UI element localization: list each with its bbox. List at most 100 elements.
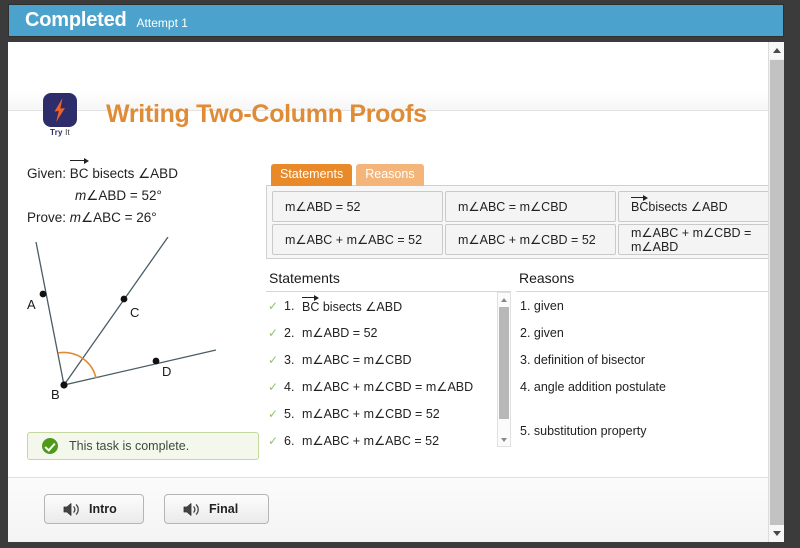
task-complete-text: This task is complete. <box>69 439 190 453</box>
tiles-grid: m∠ABD = 52 m∠ABC = m∠CBD BC bisects ∠ABD… <box>272 191 779 255</box>
tile-1-text: m∠ABC = m∠CBD <box>458 199 568 214</box>
statement-text-rest: bisects ∠ABD <box>319 300 403 314</box>
speaker-icon <box>63 502 79 516</box>
tile-0[interactable]: m∠ABD = 52 <box>272 191 443 222</box>
tile-2-ray: BC <box>631 194 649 214</box>
tile-tabs: Statements Reasons <box>271 164 424 186</box>
tile-4-text: m∠ABC + m∠CBD = 52 <box>458 232 596 247</box>
page-scroll-down-icon[interactable] <box>769 525 784 542</box>
statement-text: m∠ABC + m∠CBD = m∠ABD <box>302 380 474 394</box>
statement-number: 3. <box>284 353 295 367</box>
list-item[interactable]: 3. definition of bisector <box>516 350 784 377</box>
tile-4[interactable]: m∠ABC + m∠CBD = 52 <box>445 224 616 255</box>
tile-3[interactable]: m∠ABC + m∠ABC = 52 <box>272 224 443 255</box>
tiles-box: m∠ABD = 52 m∠ABC = m∠CBD BC bisects ∠ABD… <box>266 185 782 259</box>
scroll-up-icon[interactable] <box>498 293 510 306</box>
statement-text: m∠ABC + m∠ABC = 52 <box>302 434 440 448</box>
given-prove-block: Given: BC bisects ∠ABD m∠ABD = 52° Prove… <box>27 157 178 229</box>
reasons-column: Reasons 1. given 2. given 3. definition … <box>516 270 784 450</box>
given-text: bisects ∠ABD <box>88 166 178 181</box>
check-icon: ✓ <box>268 353 279 367</box>
tab-reasons[interactable]: Reasons <box>356 164 424 186</box>
list-item[interactable]: 2. given <box>516 323 784 350</box>
attempt-label: Attempt 1 <box>136 15 188 30</box>
logo-caption-rest: It <box>62 128 70 137</box>
point-label-d: D <box>162 364 172 379</box>
page-container: Try It Writing Two-Column Proofs Given: … <box>8 42 784 542</box>
statement-text: BC bisects ∠ABD <box>302 294 511 314</box>
check-icon: ✓ <box>268 299 279 313</box>
page-scroll-up-icon[interactable] <box>769 42 784 59</box>
list-item[interactable]: ✓ 6. m∠ABC + m∠ABC = 52 <box>266 431 511 451</box>
reasons-heading: Reasons <box>516 270 784 292</box>
tile-1[interactable]: m∠ABC = m∠CBD <box>445 191 616 222</box>
list-item[interactable]: ✓ 1. BC bisects ∠ABD <box>266 294 511 323</box>
status-bar: Completed Attempt 1 <box>8 4 784 37</box>
angle-arc <box>57 351 97 379</box>
list-item[interactable]: ✓ 3. m∠ABC = m∠CBD <box>266 350 511 377</box>
statements-body: ✓ 1. BC bisects ∠ABD ✓ 2. m∠ABD = 52 ✓ 3… <box>266 292 511 451</box>
ray-ba <box>35 241 65 386</box>
given-line-2: m∠ABD = 52° <box>27 185 178 207</box>
point-b-dot <box>60 381 68 389</box>
list-item[interactable]: ✓ 5. m∠ABC + m∠CBD = 52 <box>266 404 511 431</box>
check-icon: ✓ <box>268 326 279 340</box>
intro-button-label: Intro <box>89 502 117 516</box>
point-label-c: C <box>130 305 140 320</box>
statements-heading: Statements <box>266 270 511 292</box>
list-item[interactable]: 5. substitution property <box>516 421 784 448</box>
logo-caption: Try It <box>39 128 81 137</box>
statement-number: 1. <box>284 299 295 313</box>
tile-3-text: m∠ABC + m∠ABC = 52 <box>285 232 423 247</box>
check-icon: ✓ <box>268 434 279 448</box>
tiles-panel: Statements Reasons m∠ABD = 52 m∠ABC = m∠… <box>266 164 784 261</box>
list-item[interactable]: 6. substitution property <box>516 448 784 451</box>
tile-2-text: bisects ∠ABD <box>648 199 728 214</box>
statement-number: 2. <box>284 326 295 340</box>
given-angle-measure: ∠ABD = 52° <box>86 188 162 203</box>
list-item[interactable]: ✓ 2. m∠ABD = 52 <box>266 323 511 350</box>
tab-statements[interactable]: Statements <box>271 164 353 186</box>
ray-bd <box>63 349 217 386</box>
scroll-down-icon[interactable] <box>498 433 510 446</box>
list-item[interactable]: 4. angle addition postulate <box>516 377 784 421</box>
statement-number: 6. <box>284 434 295 448</box>
reasons-list: 1. given 2. given 3. definition of bisec… <box>516 296 784 451</box>
content-header: Try It Writing Two-Column Proofs <box>8 42 768 137</box>
statement-text: m∠ABC = m∠CBD <box>302 353 412 367</box>
prove-m-symbol: m <box>69 210 82 225</box>
tile-5-text: m∠ABC + m∠CBD = m∠ABD <box>631 225 752 254</box>
list-item[interactable]: ✓ 4. m∠ABC + m∠CBD = m∠ABD <box>266 377 511 404</box>
page-title: Writing Two-Column Proofs <box>106 100 427 128</box>
given-m-symbol: m <box>75 188 87 203</box>
scroll-thumb[interactable] <box>499 307 509 419</box>
check-icon: ✓ <box>268 380 279 394</box>
prove-line: Prove: m∠ABC = 26° <box>27 207 178 229</box>
reason-text: 2. given <box>520 326 564 340</box>
given-ray-bc: BC <box>69 157 89 185</box>
reason-text: 4. angle addition postulate <box>520 380 666 394</box>
point-label-a: A <box>27 297 36 312</box>
page-scroll-thumb[interactable] <box>770 60 784 530</box>
lightning-bolt-icon <box>54 98 65 122</box>
statement-text: m∠ABC + m∠CBD = 52 <box>302 407 440 421</box>
intro-audio-button[interactable]: Intro <box>44 494 144 524</box>
tile-2[interactable]: BC bisects ∠ABD <box>618 191 779 222</box>
task-complete-banner: This task is complete. <box>27 432 259 460</box>
list-item[interactable]: 1. given <box>516 296 784 323</box>
given-label: Given: <box>27 166 67 181</box>
reasons-body: 1. given 2. given 3. definition of bisec… <box>516 292 784 451</box>
point-d-dot <box>152 357 160 365</box>
logo-badge <box>43 93 77 127</box>
statement-ray: BC <box>302 294 320 314</box>
app-frame: Completed Attempt 1 Try It Writing Two-C… <box>0 0 800 548</box>
ray-bc <box>63 236 169 386</box>
final-audio-button[interactable]: Final <box>164 494 269 524</box>
statements-scrollbar[interactable] <box>497 292 511 447</box>
footer-bar: Intro Final <box>8 477 768 542</box>
page-scrollbar[interactable] <box>768 42 784 542</box>
final-button-label: Final <box>209 502 239 516</box>
tile-5[interactable]: m∠ABC + m∠CBD = m∠ABD <box>618 224 779 255</box>
point-label-b: B <box>51 387 60 402</box>
logo-caption-bold: Try <box>50 128 63 137</box>
